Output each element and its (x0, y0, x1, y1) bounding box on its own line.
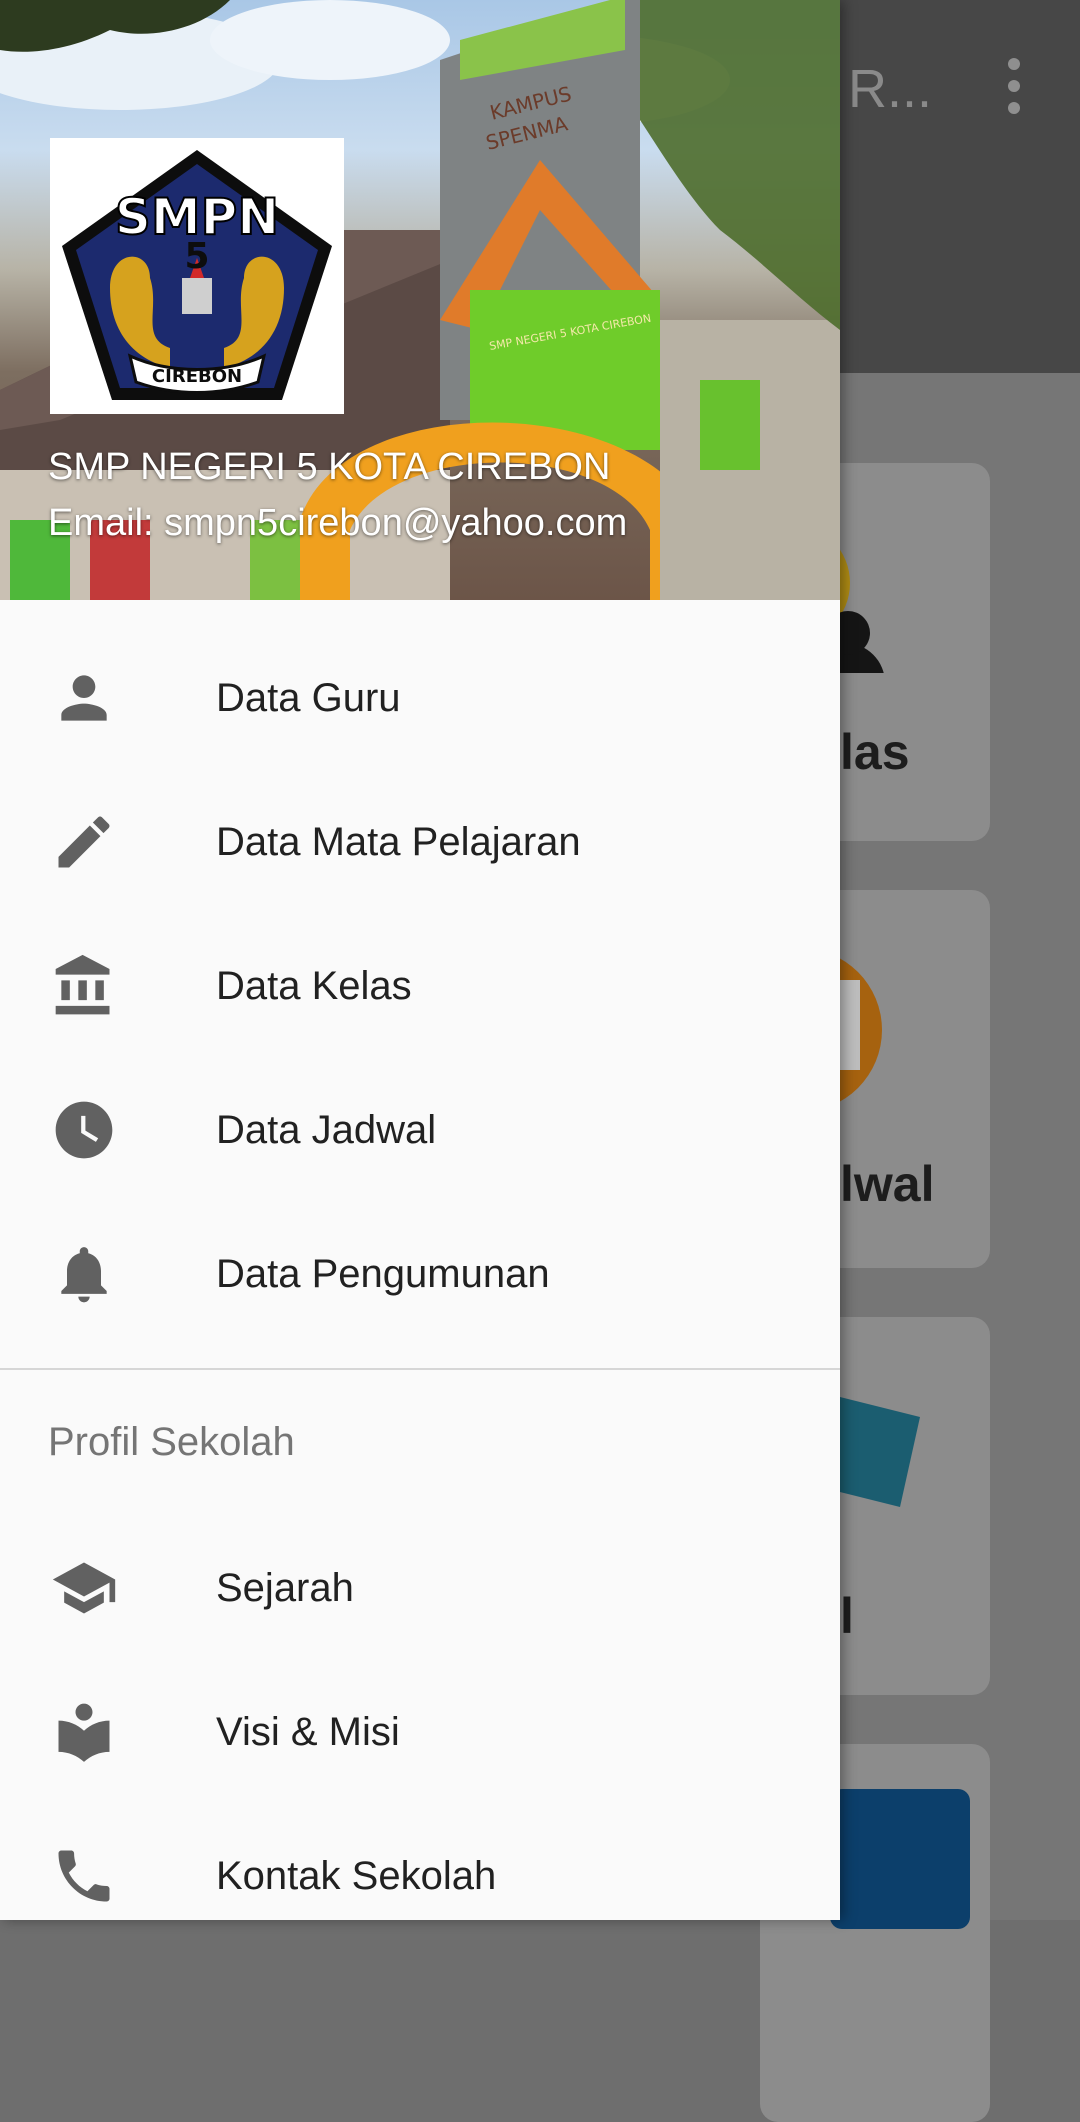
bank-icon (50, 952, 118, 1020)
menu-item-data-mata-pelajaran[interactable]: Data Mata Pelajaran (0, 770, 840, 914)
pencil-icon (50, 808, 118, 876)
menu-item-data-pengumunan[interactable]: Data Pengumunan (0, 1202, 840, 1346)
overflow-menu-icon[interactable] (1000, 58, 1028, 114)
app-title: R... (848, 59, 933, 119)
card-4-icon (830, 1789, 970, 1929)
drawer-header: KAMPUS SPENMA SMP NEGERI 5 KOTA CIREBON (0, 0, 840, 600)
menu-label-kontak-sekolah: Kontak Sekolah (216, 1853, 497, 1898)
school-name: SMP NEGERI 5 KOTA CIREBON (48, 446, 611, 488)
menu-label-data-mata-pelajaran: Data Mata Pelajaran (216, 819, 581, 864)
menu-item-data-guru[interactable]: Data Guru (0, 626, 840, 770)
menu-label-data-jadwal: Data Jadwal (216, 1107, 437, 1152)
school-email: Email: smpn5cirebon@yahoo.com (48, 502, 628, 544)
navigation-drawer: KAMPUS SPENMA SMP NEGERI 5 KOTA CIREBON (0, 0, 840, 1920)
menu-label-data-pengumunan: Data Pengumunan (216, 1251, 550, 1296)
menu-divider (0, 1368, 840, 1370)
clock-icon (50, 1096, 118, 1164)
logo-number: 5 (184, 236, 209, 277)
card-label-jadwal: lwal (840, 1156, 935, 1212)
menu-item-kontak-sekolah[interactable]: Kontak Sekolah (0, 1804, 840, 1920)
book-reader-icon (50, 1698, 118, 1766)
bell-icon (50, 1240, 118, 1308)
school-logo: SMPN 5 CIREBON (50, 138, 344, 414)
card-label-3: l (840, 1588, 854, 1644)
school-crest-icon: SMPN 5 CIREBON (62, 150, 332, 400)
school-icon (50, 1554, 118, 1622)
phone-icon (50, 1842, 118, 1910)
menu-label-data-kelas: Data Kelas (216, 963, 412, 1008)
menu-item-sejarah[interactable]: Sejarah (0, 1516, 840, 1660)
menu-label-sejarah: Sejarah (216, 1565, 354, 1610)
menu-item-data-jadwal[interactable]: Data Jadwal (0, 1058, 840, 1202)
menu-label-visi-misi: Visi & Misi (216, 1709, 400, 1754)
section-title-profil-sekolah: Profil Sekolah (48, 1420, 295, 1464)
menu-item-data-kelas[interactable]: Data Kelas (0, 914, 840, 1058)
menu-item-visi-misi[interactable]: Visi & Misi (0, 1660, 840, 1804)
logo-text-bottom: CIREBON (152, 366, 242, 387)
menu-label-data-guru: Data Guru (216, 675, 401, 720)
card-label-kelas: las (840, 724, 910, 780)
person-icon (50, 664, 118, 732)
